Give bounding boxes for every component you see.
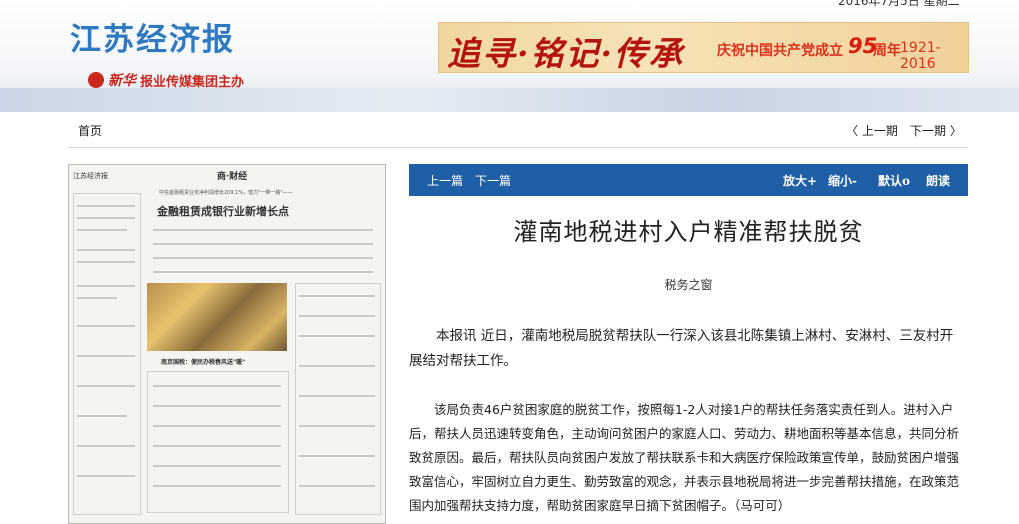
text-line [77,285,135,287]
page-article-block[interactable] [73,193,141,515]
text-line [77,249,135,251]
text-line [77,261,135,263]
text-line [153,385,281,387]
text-line [299,425,375,427]
page-subheadline: 中信金融租赁业务净利润增长209.1%，借力"一带一路"—— [159,190,293,196]
site-header: 2016年7月5日 星期二 江苏经济报 新华 报业传媒集团主办 追寻·铭记·传承… [0,0,1019,112]
text-line [299,315,375,317]
next-article-link[interactable]: 下一篇 [475,172,511,189]
text-line [153,405,281,407]
banner-text-a: 庆祝中国共产党成立 [717,43,843,59]
text-line [77,217,135,219]
xinhua-logo-icon [88,72,104,88]
text-line [77,385,135,387]
text-line [153,425,281,427]
article-paragraph: 本报讯 近日，灌南地税局脱贫帮扶队一行深入该县北陈集镇上淋村、安淋村、三友村开展… [409,328,954,369]
zoom-in-button[interactable]: 放大+ [783,172,817,189]
text-line [77,229,127,231]
paper-logo[interactable]: 江苏经济报 [70,14,235,59]
text-line [77,325,135,327]
text-line [299,335,375,337]
page-article-block[interactable] [295,283,381,515]
article-toolbar: 上一篇 下一篇 放大+ 缩小- 默认o 朗读 [409,164,968,196]
sponsor-line: 新华 报业传媒集团主办 [88,70,244,90]
banner-slogan: 追寻·铭记·传承 [447,34,684,73]
text-line [299,295,375,297]
header-wave-decoration [0,88,1019,112]
prev-issue-link[interactable]: 〈 上一期 [846,122,898,139]
article-title: 灌南地税进村入户精准帮扶脱贫 [513,218,864,246]
banner-text-b: 周年 [873,43,901,59]
zoom-out-button[interactable]: 缩小- [828,172,857,189]
next-issue-link[interactable]: 下一期 〉 [910,122,962,139]
text-line [299,395,375,397]
issue-date: 2016年7月5日 星期二 [838,0,960,8]
issue-nav-bar: 首页 〈 上一期 下一期 〉 [68,112,968,148]
banner-years: 1921-2016 [900,40,941,72]
article-source: 税务之窗 [664,278,713,292]
text-line [153,243,373,245]
text-line [77,355,135,357]
text-line [77,445,135,447]
text-line [77,297,117,299]
page-section-title: 商·财经 [217,172,248,182]
text-line [153,271,373,273]
newspaper-page-image[interactable]: 江苏经济报 商·财经 中信金融租赁业务净利润增长209.1%，借力"一带一路"—… [68,164,386,524]
page-photo-caption: 南京国税：便民办税春风送"暖" [161,359,246,366]
page-photo [147,283,287,351]
home-link[interactable]: 首页 [78,122,102,139]
text-line [153,229,373,231]
text-line [153,485,281,487]
default-size-button[interactable]: 默认o [878,172,910,189]
anniversary-banner[interactable]: 追寻·铭记·传承 庆祝中国共产党成立 95 周年 1921-2016 [438,22,969,73]
prev-article-link[interactable]: 上一篇 [427,172,463,189]
text-line [153,445,281,447]
page-masthead: 江苏经济报 [73,172,108,180]
sponsor-text: 报业传媒集团主办 [140,74,245,90]
text-line [299,455,375,457]
read-aloud-button[interactable]: 朗读 [926,172,950,189]
page-article-block[interactable] [147,371,289,513]
brand-name: 新华 [108,73,136,89]
text-line [153,465,281,467]
text-line [299,485,375,487]
page-headline: 金融租赁成银行业新增长点 [157,205,289,218]
text-line [77,475,135,477]
text-line [153,257,373,259]
text-line [77,415,127,417]
text-line [299,365,375,367]
text-line [77,205,135,207]
article-paragraph: 该局负责46户贫困家庭的脱贫工作，按照每1-2人对接1户的帮扶任务落实责任到人。… [409,402,960,513]
